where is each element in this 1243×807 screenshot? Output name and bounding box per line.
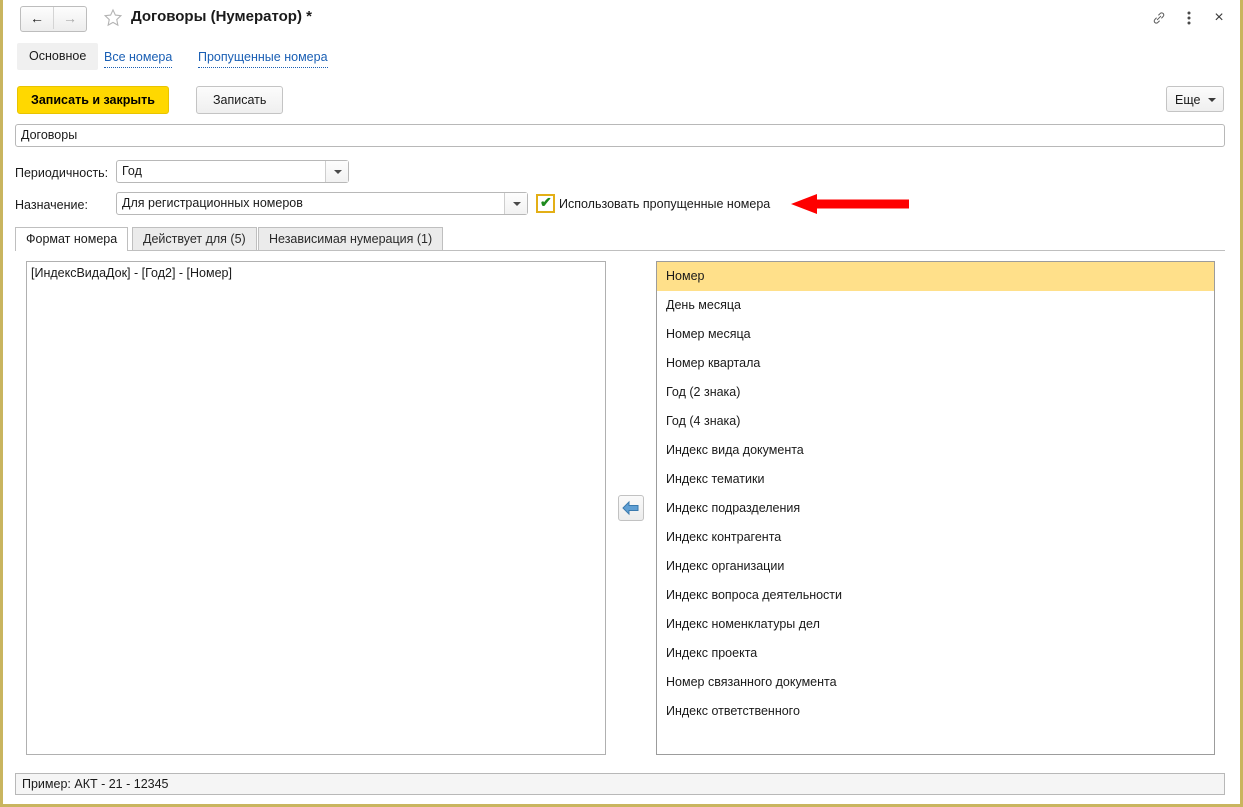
token-list-item[interactable]: Индекс номенклатуры дел bbox=[657, 610, 1214, 639]
use-skipped-numbers-checkbox[interactable]: ✔ bbox=[536, 194, 555, 213]
periodicity-select[interactable]: Год bbox=[116, 160, 349, 183]
kebab-menu-icon[interactable] bbox=[1178, 7, 1200, 29]
inner-tab-deystvuet-dlya[interactable]: Действует для (5) bbox=[132, 227, 257, 250]
token-list-item[interactable]: Индекс вида документа bbox=[657, 436, 1214, 465]
token-list-item[interactable]: Индекс ответственного bbox=[657, 697, 1214, 726]
inner-tab-nezavisimaya-numeratsiya[interactable]: Независимая нумерация (1) bbox=[258, 227, 444, 250]
purpose-dropdown-arrow[interactable] bbox=[504, 193, 527, 214]
token-list-item[interactable]: Год (4 знака) bbox=[657, 407, 1214, 436]
title-bar: ← → Договоры (Нумератор) * × bbox=[3, 0, 1240, 38]
window-title: Договоры (Нумератор) * bbox=[131, 8, 312, 25]
close-icon[interactable]: × bbox=[1208, 7, 1230, 29]
more-button-label: Еще bbox=[1175, 93, 1201, 107]
forward-button[interactable]: → bbox=[53, 7, 86, 29]
add-token-button[interactable] bbox=[618, 495, 644, 521]
purpose-value: Для регистрационных номеров bbox=[122, 196, 303, 210]
numerator-window: ← → Договоры (Нумератор) * × Основное Вс… bbox=[0, 0, 1243, 807]
link-icon[interactable] bbox=[1148, 7, 1170, 29]
numerator-name-input[interactable]: Договоры bbox=[15, 124, 1225, 147]
back-button[interactable]: ← bbox=[21, 7, 53, 29]
number-format-editor[interactable]: [ИндексВидаДок] - [Год2] - [Номер] bbox=[26, 261, 606, 755]
navigation-buttons: ← → bbox=[20, 6, 87, 32]
periodicity-value: Год bbox=[122, 164, 142, 178]
token-list-item[interactable]: День месяца bbox=[657, 291, 1214, 320]
token-list-item[interactable]: Номер месяца bbox=[657, 320, 1214, 349]
number-format-text: [ИндексВидаДок] - [Год2] - [Номер] bbox=[31, 266, 232, 280]
token-list-item[interactable]: Год (2 знака) bbox=[657, 378, 1214, 407]
annotation-arrow-icon bbox=[791, 193, 909, 215]
token-list-item[interactable]: Номер связанного документа bbox=[657, 668, 1214, 697]
more-button[interactable]: Еще bbox=[1166, 86, 1224, 112]
save-button[interactable]: Записать bbox=[196, 86, 284, 114]
purpose-select[interactable]: Для регистрационных номеров bbox=[116, 192, 528, 215]
arrow-left-icon bbox=[622, 500, 639, 516]
token-list-item[interactable]: Индекс вопроса деятельности bbox=[657, 581, 1214, 610]
save-and-close-button[interactable]: Записать и закрыть bbox=[17, 86, 169, 114]
available-tokens-list[interactable]: Номер День месяца Номер месяца Номер кварта… bbox=[656, 261, 1215, 755]
inner-tab-format-nomera[interactable]: Формат номера bbox=[15, 227, 129, 251]
tab-vse-nomera[interactable]: Все номера bbox=[104, 48, 173, 68]
tab-propushchennye-nomera[interactable]: Пропущенные номера bbox=[198, 48, 328, 68]
token-list-item[interactable]: Номер квартала bbox=[657, 349, 1214, 378]
example-status-bar: Пример: АКТ - 21 - 12345 bbox=[15, 773, 1225, 795]
periodicity-label: Периодичность: bbox=[15, 166, 109, 180]
chevron-down-icon bbox=[1208, 98, 1216, 102]
token-list-item[interactable]: Индекс подразделения bbox=[657, 494, 1214, 523]
periodicity-dropdown-arrow[interactable] bbox=[325, 161, 348, 182]
purpose-label: Назначение: bbox=[15, 198, 88, 212]
token-list-item[interactable]: Индекс организации bbox=[657, 552, 1214, 581]
token-list-item[interactable]: Индекс проекта bbox=[657, 639, 1214, 668]
favorite-star-icon[interactable] bbox=[102, 7, 124, 29]
checkmark-icon: ✔ bbox=[540, 194, 552, 210]
token-list-item[interactable]: Индекс тематики bbox=[657, 465, 1214, 494]
inner-tab-underline bbox=[15, 250, 1225, 251]
token-list-item[interactable]: Индекс контрагента bbox=[657, 523, 1214, 552]
token-list-item[interactable]: Номер bbox=[657, 262, 1214, 291]
use-skipped-numbers-label: Использовать пропущенные номера bbox=[559, 197, 771, 211]
tab-osnovnoe[interactable]: Основное bbox=[17, 43, 99, 70]
